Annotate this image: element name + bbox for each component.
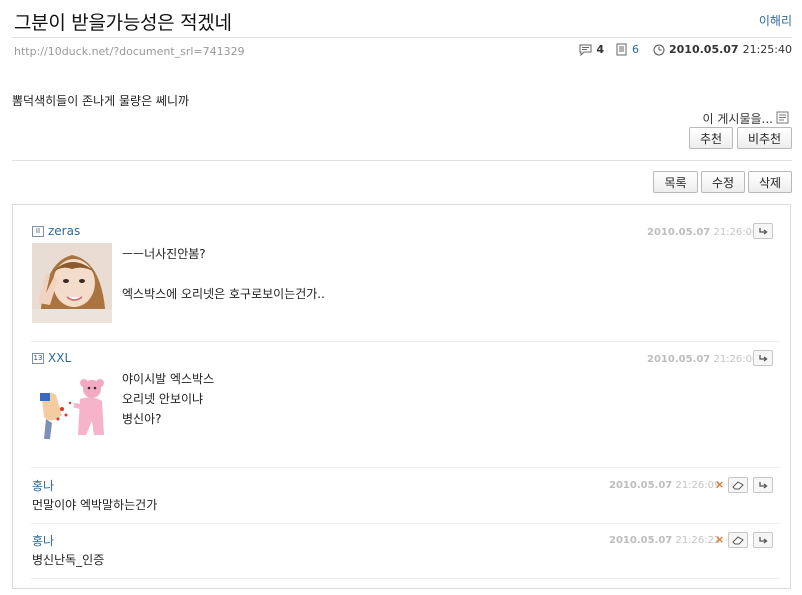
comment-time: 21:26:09 [675,480,721,491]
comment-line: 엑스박스에 오리넷은 호구로보이는건가.. [122,287,325,301]
list-button[interactable]: 목록 [653,171,698,193]
vote-label-text: 이 게시물을... [702,112,773,126]
read-count: 6 [632,43,639,56]
post-meta: 4 6 2010.05.07 21:25:40 [579,43,792,56]
comment-divider [31,341,780,342]
eraser-icon [732,535,744,544]
comment-timestamp: 2010.05.07 21:26:09 [609,480,720,491]
comment-author[interactable]: 홍나 [32,532,54,549]
comment-time: 21:26:00 [713,354,759,365]
comment-count-icon [579,44,592,56]
post-author-link[interactable]: 이해리 [759,12,792,29]
comment-timestamp: 2010.05.07 21:26:00 [647,227,758,238]
comment-divider [31,523,780,524]
comment-author-name[interactable]: zeras [48,224,80,238]
post-title: 그분이 받을가능성은 적겠네 [14,12,232,34]
delete-button[interactable]: 삭제 [748,171,792,193]
comment-timestamp: 2010.05.07 21:26:00 [647,354,758,365]
reply-button[interactable] [753,477,773,493]
comment-author-name[interactable]: XXL [48,351,71,365]
comment-text: ㅡㅡ너사진안봄? 엑스박스에 오리넷은 호구로보이는건가.. [122,244,325,304]
eraser-icon [732,480,744,489]
avatar [32,243,112,323]
comment-list: II zeras 2010.05.07 21:26:00 ㅡㅡ너사진안봄? 엑스… [12,204,791,589]
comment-author-name[interactable]: 홍나 [32,532,54,549]
comment-divider [31,467,780,468]
comment-timestamp: 2010.05.07 21:26:22 [609,535,720,546]
body-divider [12,160,792,161]
comment-line: 오리넷 안보이냐 [122,392,204,406]
recommend-button[interactable]: 추천 [689,127,733,149]
header-divider [12,37,792,38]
comment-line: 병신아? [122,412,162,426]
read-count-icon [616,43,628,56]
reply-arrow-icon [759,536,768,544]
post-date: 2010.05.07 [669,43,739,56]
comment-line: 야이시발 엑스박스 [122,372,215,386]
unrecommend-button[interactable]: 비추천 [737,127,792,149]
vote-label: 이 게시물을... [703,110,790,127]
comment-line: ㅡㅡ너사진안봄? [122,247,206,261]
reply-button[interactable] [753,350,773,366]
reply-arrow-icon [759,354,768,362]
delete-comment-icon[interactable]: × [715,533,724,546]
comment-text: 먼말이야 엑박말하는건가 [32,498,158,512]
comment-date: 2010.05.07 [609,535,673,546]
edit-comment-button[interactable] [728,477,748,493]
comment-time: 21:26:22 [675,535,721,546]
comment-text: 야이시발 엑스박스 오리넷 안보이냐 병신아? [122,369,214,429]
document-icon[interactable] [776,111,790,127]
comment-author[interactable]: 홍나 [32,477,54,494]
clock-icon [653,44,665,56]
comment-date: 2010.05.07 [609,480,673,491]
delete-comment-icon[interactable]: × [715,478,724,491]
edit-button[interactable]: 수정 [701,171,745,193]
comment-text: 병신난독_인증 [32,553,105,567]
edit-comment-button[interactable] [728,532,748,548]
comment-count: 4 [596,43,604,56]
comment-date: 2010.05.07 [647,227,711,238]
comment-author[interactable]: II zeras [32,224,80,238]
comment-time: 21:26:00 [713,227,759,238]
reply-arrow-icon [759,481,768,489]
comment-date: 2010.05.07 [647,354,711,365]
comment-divider [31,578,780,579]
comment-author-name[interactable]: 홍나 [32,477,54,494]
reply-button[interactable] [753,223,773,239]
post-url-link[interactable]: http://10duck.net/?document_srl=741329 [14,45,245,58]
post-body: 뽐덕색히들이 존나게 물량은 쎄니까 [12,94,190,108]
level-icon: II [32,225,44,237]
reply-arrow-icon [759,227,768,235]
comment-blank-line [122,264,325,284]
avatar [32,369,112,449]
comment-author[interactable]: 13 XXL [32,351,71,365]
level-icon: 13 [32,352,44,364]
reply-button[interactable] [753,532,773,548]
post-time: 21:25:40 [742,43,792,56]
